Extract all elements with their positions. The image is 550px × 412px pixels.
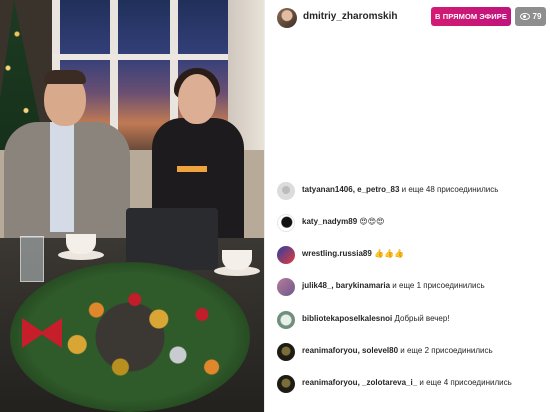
eye-icon xyxy=(519,13,530,20)
comment-username[interactable]: bibliotekaposelkalesnoi xyxy=(302,314,392,323)
user-avatar[interactable] xyxy=(277,182,295,200)
comment-item: wrestling.russia89 👍👍👍 xyxy=(265,244,550,268)
comment-item: tatyanan1406, e_petro_83 и еще 48 присое… xyxy=(265,180,550,204)
comment-item: katy_nadym89 😍😍😍 xyxy=(265,212,550,236)
comment-username[interactable]: reanimaforyou, _zolotareva_i_ xyxy=(302,378,417,387)
user-avatar[interactable] xyxy=(277,311,295,329)
window-frame xyxy=(52,54,230,60)
glass xyxy=(20,236,44,282)
user-avatar[interactable] xyxy=(277,278,295,296)
comment-username[interactable]: julik48_, barykinamaria xyxy=(302,281,390,290)
comment-message: 👍👍👍 xyxy=(374,249,404,258)
comment-text: wrestling.russia89 👍👍👍 xyxy=(302,249,404,258)
host-man-hair xyxy=(44,70,86,84)
comment-message: и еще 1 присоединились xyxy=(392,281,485,290)
comment-username[interactable]: wrestling.russia89 xyxy=(302,249,372,258)
comment-item: julik48_, barykinamaria и еще 1 присоеди… xyxy=(265,276,550,300)
viewer-count-badge: 79 xyxy=(515,7,546,26)
comment-text: tatyanan1406, e_petro_83 и еще 48 присое… xyxy=(302,185,498,194)
user-avatar[interactable] xyxy=(277,214,295,232)
panel-header: dmitriy_zharomskih В ПРЯМОМ ЭФИРЕ 79 xyxy=(265,0,550,34)
comment-message: Добрый вечер! xyxy=(394,314,450,323)
tea-cup xyxy=(66,234,96,254)
comment-text: reanimaforyou, _zolotareva_i_ и еще 4 пр… xyxy=(302,378,512,387)
comment-username[interactable]: tatyanan1406, e_petro_83 xyxy=(302,185,399,194)
comment-text: reanimaforyou, solevel80 и еще 2 присоед… xyxy=(302,346,493,355)
comment-message: и еще 2 присоединились xyxy=(400,346,493,355)
comment-message: 😍😍😍 xyxy=(359,217,385,226)
user-avatar[interactable] xyxy=(277,375,295,393)
comment-text: katy_nadym89 😍😍😍 xyxy=(302,217,384,226)
live-button[interactable]: В ПРЯМОМ ЭФИРЕ xyxy=(431,7,511,26)
host-avatar[interactable] xyxy=(277,8,297,28)
hoodie-logo xyxy=(177,166,207,172)
comment-item: reanimaforyou, solevel80 и еще 2 присоед… xyxy=(265,341,550,365)
comment-message: и еще 4 присоединились xyxy=(419,378,512,387)
user-avatar[interactable] xyxy=(277,246,295,264)
comment-message: и еще 48 присоединились xyxy=(401,185,499,194)
viewer-count: 79 xyxy=(532,12,542,21)
host-username[interactable]: dmitriy_zharomskih xyxy=(303,11,397,22)
comment-text: julik48_, barykinamaria и еще 1 присоеди… xyxy=(302,281,485,290)
live-side-panel: dmitriy_zharomskih В ПРЯМОМ ЭФИРЕ 79 tat… xyxy=(265,0,550,412)
host-woman-face xyxy=(178,74,216,124)
comment-username[interactable]: katy_nadym89 xyxy=(302,217,357,226)
comment-text: bibliotekaposelkalesnoi Добрый вечер! xyxy=(302,314,450,323)
comment-username[interactable]: reanimaforyou, solevel80 xyxy=(302,346,398,355)
host-man-shirt xyxy=(50,122,74,232)
live-video[interactable] xyxy=(0,0,264,412)
user-avatar[interactable] xyxy=(277,343,295,361)
comment-item: reanimaforyou, _zolotareva_i_ и еще 4 пр… xyxy=(265,373,550,397)
laptop xyxy=(126,208,218,270)
tea-cup xyxy=(222,250,252,270)
comment-item: bibliotekaposelkalesnoi Добрый вечер! xyxy=(265,309,550,333)
